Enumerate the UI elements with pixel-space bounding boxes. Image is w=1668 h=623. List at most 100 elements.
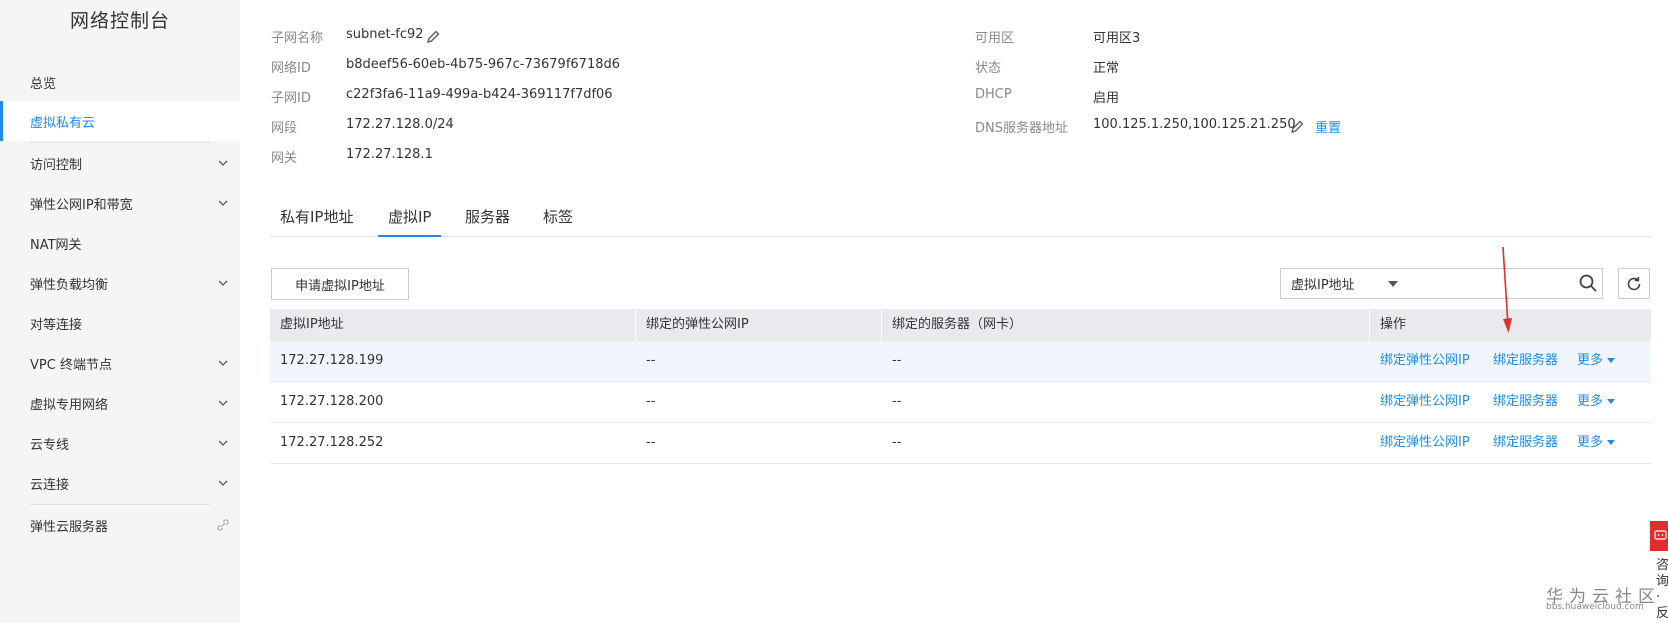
gateway-label: 网关: [271, 151, 298, 166]
column-header-server: 绑定的服务器（网卡）: [892, 317, 1023, 332]
cell-virtual-ip: 172.27.128.199: [280, 353, 384, 368]
table-row: 172.27.128.199 -- -- 绑定弹性公网IP 绑定服务器 更多: [270, 341, 1651, 382]
tab-server[interactable]: 服务器: [455, 203, 520, 237]
sidebar-item-direct-connect[interactable]: 云专线: [0, 423, 240, 463]
more-label: 更多: [1577, 353, 1604, 368]
tab-private-ip[interactable]: 私有IP地址: [270, 203, 363, 237]
more-dropdown[interactable]: 更多: [1577, 341, 1616, 381]
status-label: 状态: [975, 61, 1002, 76]
sidebar-item-label: 弹性云服务器: [30, 519, 109, 535]
sidebar-item-label: 访问控制: [30, 157, 83, 173]
subnet-id-value: c22f3fa6-11a9-499a-b424-369117f7df06: [346, 87, 613, 102]
cell-eip: --: [646, 353, 656, 368]
chevron-down-icon: [218, 160, 228, 167]
sidebar-item-label: 总览: [30, 76, 57, 92]
bind-server-link[interactable]: 绑定服务器: [1493, 341, 1558, 381]
bind-server-link[interactable]: 绑定服务器: [1493, 423, 1558, 463]
sidebar-item-nat[interactable]: NAT网关: [0, 223, 240, 263]
edit-icon[interactable]: [425, 29, 441, 45]
bind-server-link[interactable]: 绑定服务器: [1493, 382, 1558, 422]
dns-label: DNS服务器地址: [975, 121, 1068, 136]
sidebar-item-label: NAT网关: [30, 237, 82, 253]
caret-down-icon: [1607, 358, 1616, 363]
filter-select[interactable]: 虚拟IP地址: [1280, 268, 1408, 299]
console-title: 网络控制台: [69, 10, 170, 32]
sidebar-item-label: 云专线: [30, 437, 70, 453]
sidebar-item-overview[interactable]: 总览: [0, 62, 240, 102]
table-header: 虚拟IP地址 绑定的弹性公网IP 绑定的服务器（网卡） 操作: [270, 309, 1651, 341]
more-dropdown[interactable]: 更多: [1577, 382, 1616, 422]
dhcp-value: 启用: [1093, 91, 1120, 106]
annotation-arrow-icon: [1502, 246, 1512, 333]
chevron-down-icon: [218, 440, 228, 447]
caret-down-icon: [1607, 440, 1616, 445]
sidebar-item-label: VPC 终端节点: [30, 357, 112, 373]
sidebar-item-cloud-connect[interactable]: 云连接: [0, 463, 240, 503]
column-header-virtual-ip: 虚拟IP地址: [280, 317, 344, 332]
bind-eip-link[interactable]: 绑定弹性公网IP: [1380, 423, 1470, 463]
cidr-value: 172.27.128.0/24: [346, 117, 454, 132]
gateway-value: 172.27.128.1: [346, 147, 433, 162]
sidebar-item-access-control[interactable]: 访问控制: [0, 143, 240, 183]
subnet-id-label: 子网ID: [271, 91, 311, 106]
dns-value: 100.125.1.250,100.125.21.250: [1093, 117, 1296, 132]
chevron-down-icon: [218, 360, 228, 367]
sidebar-item-label: 云连接: [30, 477, 70, 493]
sidebar-item-label: 弹性公网IP和带宽: [30, 197, 133, 213]
bind-eip-link[interactable]: 绑定弹性公网IP: [1380, 341, 1470, 381]
sidebar-item-ecs[interactable]: 弹性云服务器: [0, 505, 240, 545]
cell-server: --: [892, 435, 902, 450]
more-label: 更多: [1577, 435, 1604, 450]
sidebar-item-vpc[interactable]: 虚拟私有云: [0, 101, 240, 141]
cell-server: --: [892, 353, 902, 368]
tab-bar: 私有IP地址 虚拟IP 服务器 标签: [270, 203, 1651, 237]
external-link-icon: [217, 519, 229, 531]
cell-eip: --: [646, 394, 656, 409]
network-id-label: 网络ID: [271, 61, 311, 76]
az-value: 可用区3: [1093, 31, 1141, 46]
status-value: 正常: [1093, 61, 1120, 76]
table-row: 172.27.128.252 -- -- 绑定弹性公网IP 绑定服务器 更多: [270, 423, 1651, 464]
sidebar-item-label: 虚拟私有云: [30, 115, 96, 131]
chat-icon: [1654, 530, 1667, 540]
az-label: 可用区: [975, 31, 1015, 46]
refresh-icon: [1627, 276, 1641, 290]
apply-virtual-ip-button[interactable]: 申请虚拟IP地址: [271, 268, 409, 300]
sidebar-item-label: 对等连接: [30, 317, 83, 333]
sidebar-item-vpc-endpoint[interactable]: VPC 终端节点: [0, 343, 240, 383]
cell-virtual-ip: 172.27.128.252: [280, 435, 384, 450]
tab-tags[interactable]: 标签: [533, 203, 583, 237]
subnet-name-value: subnet-fc92: [346, 27, 424, 42]
sidebar-item-label: 弹性负载均衡: [30, 277, 109, 293]
chevron-down-icon: [218, 480, 228, 487]
search-icon[interactable]: [1578, 273, 1598, 293]
chevron-down-icon: [218, 200, 228, 207]
dns-reset-link[interactable]: 重置: [1315, 117, 1341, 136]
cell-server: --: [892, 394, 902, 409]
watermark-url: bbs.huaweicloud.com: [1546, 602, 1644, 612]
sidebar-item-peering[interactable]: 对等连接: [0, 303, 240, 343]
subnet-name-label: 子网名称: [271, 31, 324, 46]
sidebar-item-label: 虚拟专用网络: [30, 397, 109, 413]
dhcp-label: DHCP: [975, 87, 1012, 102]
table-row: 172.27.128.200 -- -- 绑定弹性公网IP 绑定服务器 更多: [270, 382, 1651, 423]
filter-selected-value: 虚拟IP地址: [1291, 278, 1355, 293]
chevron-down-icon: [218, 400, 228, 407]
sidebar-item-vpn[interactable]: 虚拟专用网络: [0, 383, 240, 423]
consult-float-button[interactable]: [1650, 521, 1668, 551]
network-id-value: b8deef56-60eb-4b75-967c-73679f6718d6: [346, 57, 621, 72]
caret-down-icon: [1388, 281, 1398, 287]
sidebar: 网络控制台 总览 虚拟私有云 访问控制 弹性公网IP和带宽 NAT网关 弹性负载…: [0, 0, 240, 623]
refresh-button[interactable]: [1618, 268, 1650, 299]
caret-down-icon: [1607, 399, 1616, 404]
tab-virtual-ip[interactable]: 虚拟IP: [378, 203, 442, 237]
sidebar-item-eip[interactable]: 弹性公网IP和带宽: [0, 183, 240, 223]
edit-icon[interactable]: [1289, 119, 1305, 135]
bind-eip-link[interactable]: 绑定弹性公网IP: [1380, 382, 1470, 422]
cidr-label: 网段: [271, 121, 298, 136]
column-header-eip: 绑定的弹性公网IP: [646, 317, 749, 332]
more-dropdown[interactable]: 更多: [1577, 423, 1616, 463]
cell-virtual-ip: 172.27.128.200: [280, 394, 384, 409]
chevron-down-icon: [218, 280, 228, 287]
sidebar-item-elb[interactable]: 弹性负载均衡: [0, 263, 240, 303]
